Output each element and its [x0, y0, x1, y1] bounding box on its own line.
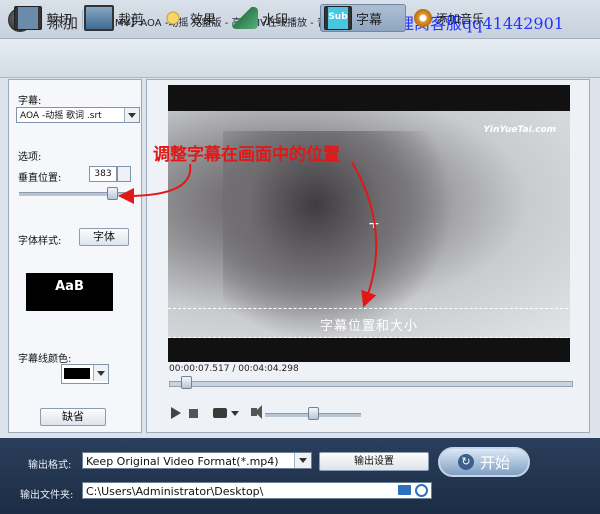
annotation-text: 调整字幕在画面中的位置 [153, 145, 340, 165]
start-label: 开始 [479, 453, 510, 472]
output-folder-value: C:\Users\Administrator\Desktop\ [86, 485, 264, 498]
crop-monitor-icon [84, 5, 114, 31]
vertical-position-label: 垂直位置: [18, 173, 62, 184]
tab-watermark-label: 水印 [262, 12, 289, 28]
folder-icon[interactable] [398, 485, 411, 495]
chevron-down-icon[interactable] [231, 411, 239, 416]
subtitle-file-value: AOA -动摇 歌词 .srt [20, 111, 102, 121]
volume-icon[interactable] [251, 405, 262, 419]
stop-icon[interactable] [189, 409, 198, 418]
tab-subtitle-label: 字幕 [356, 12, 383, 28]
seek-bar[interactable] [169, 381, 573, 387]
watermark-landscape-icon [232, 7, 258, 29]
start-button[interactable]: ↻ 开始 [438, 447, 530, 477]
music-disc-icon [414, 9, 432, 27]
subtitle-settings-panel: 字幕: AOA -动摇 歌词 .srt 选项: 垂直位置: 383 字体样式: … [8, 79, 142, 433]
film-strip-icon [14, 6, 42, 30]
tab-watermark[interactable]: 水印 [232, 4, 288, 32]
tab-add-music[interactable]: 添加音乐 [414, 4, 484, 32]
output-format-select[interactable]: Keep Original Video Format(*.mp4) [82, 452, 312, 469]
tab-crop[interactable]: 裁剪 [84, 4, 144, 32]
preview-panel: YinYueTai.com + 字幕位置和大小 00:00:07.517 / 0… [146, 79, 590, 433]
vertical-position-stepper[interactable] [117, 166, 131, 182]
subtitle-sub-icon: Sub [324, 6, 352, 30]
refresh-icon: ↻ [457, 454, 474, 470]
volume-thumb[interactable] [308, 407, 319, 420]
outline-color-label: 字幕线颜色: [18, 354, 72, 365]
output-format-label: 输出格式: [28, 460, 72, 471]
crosshair-icon: + [368, 216, 380, 232]
tab-effect[interactable]: 效果 [160, 4, 216, 32]
output-folder-label: 输出文件夹: [20, 490, 74, 501]
tab-trim-label: 剪切 [46, 12, 73, 28]
chevron-down-icon[interactable] [93, 365, 108, 381]
edit-tab-bar [0, 39, 600, 78]
tab-add-music-label: 添加音乐 [436, 11, 485, 26]
subtitle-file-select[interactable]: AOA -动摇 歌词 .srt [16, 107, 140, 123]
color-swatch [64, 368, 90, 379]
tab-subtitle[interactable]: Sub 字幕 [320, 4, 406, 32]
chevron-down-icon[interactable] [124, 108, 139, 122]
camera-icon[interactable] [213, 408, 227, 418]
toolbar-divider [82, 10, 83, 28]
font-style-label: 字体样式: [18, 236, 62, 247]
output-format-value: Keep Original Video Format(*.mp4) [86, 455, 279, 468]
tab-effect-label: 效果 [190, 12, 217, 28]
output-settings-button[interactable]: 输出设置 [319, 452, 429, 471]
options-label: 选项: [18, 152, 42, 163]
font-button[interactable]: 字体 [79, 228, 129, 246]
tab-crop-label: 裁剪 [118, 12, 145, 28]
default-button[interactable]: 缺省 [40, 408, 106, 426]
output-folder-field[interactable]: C:\Users\Administrator\Desktop\ [82, 482, 432, 499]
video-preview[interactable]: YinYueTai.com + 字幕位置和大小 [168, 85, 570, 362]
vertical-position-input[interactable]: 383 [89, 166, 117, 182]
seek-thumb[interactable] [181, 376, 193, 389]
tab-trim[interactable]: 剪切 [14, 4, 72, 32]
play-icon[interactable] [171, 407, 181, 419]
subtitle-preview-text: 字幕位置和大小 [319, 319, 418, 334]
time-display: 00:00:07.517 / 00:04:04.298 [169, 364, 299, 374]
subtitle-file-label: 字幕: [18, 96, 42, 107]
font-preview: AaB [26, 273, 113, 311]
chevron-down-icon[interactable] [294, 453, 311, 468]
channel-logo: YinYueTai.com [483, 125, 556, 135]
vertical-position-slider-thumb[interactable] [107, 187, 119, 200]
outline-color-picker[interactable] [61, 364, 109, 384]
effect-sparkle-icon [160, 7, 186, 29]
search-icon[interactable] [415, 484, 428, 497]
